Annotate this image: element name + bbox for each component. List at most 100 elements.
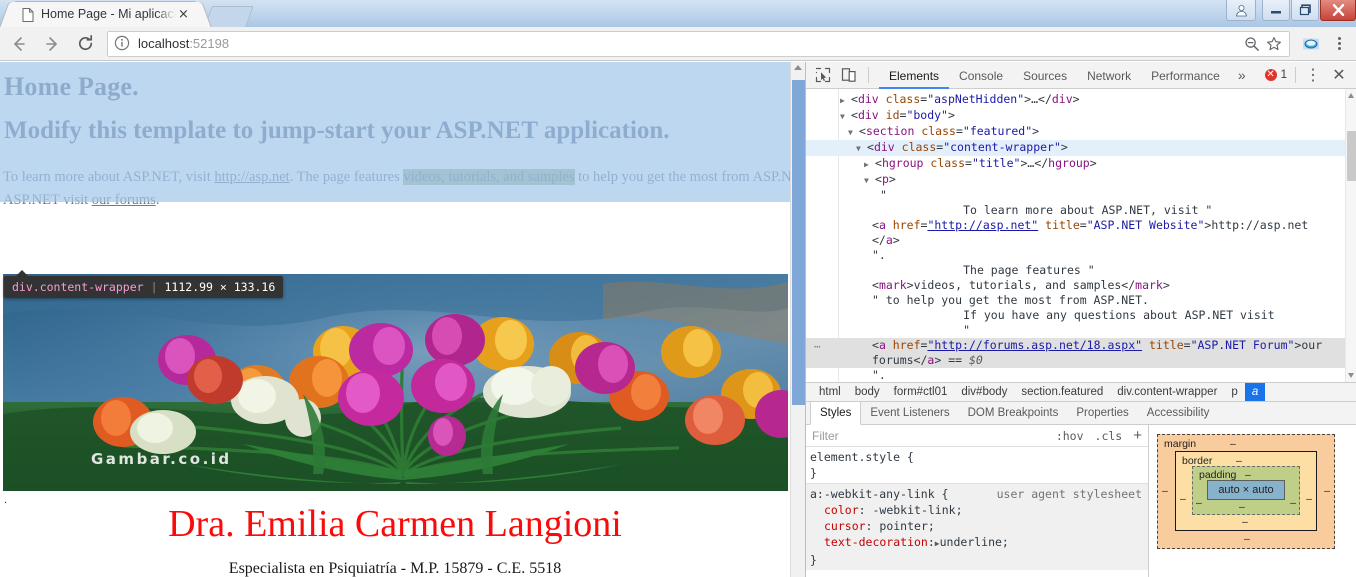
- dom-row-menu-icon[interactable]: ⋯: [814, 339, 822, 354]
- breadcrumb-item[interactable]: div#body: [954, 383, 1014, 401]
- padding-bottom-value[interactable]: –: [1239, 501, 1245, 513]
- tab-performance[interactable]: Performance: [1141, 63, 1230, 89]
- dom-token: <: [851, 92, 858, 106]
- dom-node-row[interactable]: " to help you get the most from ASP.NET.: [806, 293, 1345, 308]
- margin-right-value[interactable]: –: [1324, 485, 1330, 497]
- star-icon[interactable]: [1263, 34, 1285, 54]
- margin-bottom-value[interactable]: –: [1244, 533, 1250, 545]
- css-declaration-text-decoration[interactable]: text-decoration:▶underline;: [810, 534, 1148, 552]
- chrome-menu-button[interactable]: [1326, 31, 1352, 57]
- css-rule-element-style[interactable]: element.style { }: [806, 447, 1148, 483]
- cls-toggle[interactable]: .cls: [1095, 429, 1123, 443]
- tab-sources[interactable]: Sources: [1013, 63, 1077, 89]
- devtools-close-icon[interactable]: ✕: [1326, 63, 1352, 87]
- dom-node-row[interactable]: </a>: [806, 233, 1345, 248]
- more-tabs-icon[interactable]: »: [1230, 62, 1254, 89]
- devtools-menu-icon[interactable]: ⋮: [1300, 63, 1326, 87]
- dom-node-row[interactable]: <div class="content-wrapper">: [806, 140, 1345, 156]
- breadcrumb-item[interactable]: p: [1224, 383, 1244, 401]
- sidebar-tab-accessibility[interactable]: Accessibility: [1138, 402, 1219, 424]
- padding-right-value[interactable]: –: [1290, 497, 1296, 509]
- dom-node-row[interactable]: The page features ": [806, 263, 1345, 278]
- close-button[interactable]: [1320, 0, 1356, 21]
- dom-scroll-thumb[interactable]: [1347, 131, 1356, 181]
- maximize-button[interactable]: [1291, 0, 1319, 21]
- tab-console[interactable]: Console: [949, 63, 1013, 89]
- dom-node-row[interactable]: <div class="aspNetHidden">…</div>: [806, 92, 1345, 108]
- border-left-value[interactable]: –: [1180, 493, 1186, 505]
- filter-input[interactable]: Filter: [812, 429, 1045, 443]
- breadcrumb-item[interactable]: html: [812, 383, 848, 401]
- dom-scroll-down-arrow-icon[interactable]: [1348, 373, 1354, 378]
- minimize-button[interactable]: [1262, 0, 1290, 21]
- border-bottom-value[interactable]: –: [1242, 516, 1248, 528]
- css-declaration-cursor[interactable]: cursor: pointer;: [810, 518, 1148, 534]
- collapse-node-icon[interactable]: [848, 124, 857, 140]
- breadcrumb-item[interactable]: form#ctl01: [887, 383, 955, 401]
- dom-tree-scrollbar[interactable]: [1345, 89, 1356, 382]
- css-declaration-color[interactable]: color: -webkit-link;: [810, 502, 1148, 518]
- dom-tree[interactable]: <div class="aspNetHidden">…</div><div id…: [806, 89, 1356, 382]
- page-scrollbar-thumb[interactable]: [792, 80, 805, 405]
- breadcrumb-item[interactable]: body: [848, 383, 887, 401]
- breadcrumb-item[interactable]: a: [1244, 383, 1266, 401]
- user-avatar-icon[interactable]: [1226, 0, 1256, 21]
- padding-top-value[interactable]: –: [1245, 469, 1251, 481]
- box-model-border[interactable]: border – – – – padding – – – – auto × au…: [1175, 451, 1317, 531]
- border-right-value[interactable]: –: [1306, 493, 1312, 505]
- device-toolbar-icon[interactable]: [836, 63, 862, 87]
- sidebar-tab-event-listeners[interactable]: Event Listeners: [861, 402, 958, 424]
- sidebar-tab-properties[interactable]: Properties: [1067, 402, 1137, 424]
- expand-node-icon[interactable]: [864, 156, 873, 172]
- error-count-badge[interactable]: ✕ 1: [1264, 69, 1287, 81]
- css-rule-any-link[interactable]: a:-webkit-any-link { user agent styleshe…: [806, 483, 1148, 570]
- zoom-out-icon[interactable]: [1241, 34, 1263, 54]
- box-model-margin[interactable]: margin – – – – border – – – – padding – …: [1157, 434, 1335, 549]
- forward-button[interactable]: [38, 30, 66, 58]
- margin-left-value[interactable]: –: [1162, 485, 1168, 497]
- dom-node-row[interactable]: ": [806, 188, 1345, 203]
- breadcrumb-item[interactable]: div.content-wrapper: [1110, 383, 1224, 401]
- collapse-node-icon[interactable]: [840, 108, 849, 124]
- dom-node-row[interactable]: To learn more about ASP.NET, visit ": [806, 203, 1345, 218]
- new-style-rule-button[interactable]: +: [1133, 428, 1142, 443]
- dom-node-row[interactable]: <p>: [806, 172, 1345, 188]
- box-model-padding[interactable]: padding – – – – auto × auto: [1192, 466, 1300, 515]
- scroll-up-arrow-icon[interactable]: [794, 65, 802, 70]
- tab-close-icon[interactable]: ×: [176, 7, 191, 22]
- dom-node-row[interactable]: If you have any questions about ASP.NET …: [806, 308, 1345, 323]
- hov-toggle[interactable]: :hov: [1056, 429, 1084, 443]
- collapse-node-icon[interactable]: [864, 172, 873, 188]
- padding-left-value[interactable]: –: [1196, 497, 1202, 509]
- dom-node-row[interactable]: forums</a> == $0: [806, 353, 1345, 368]
- back-button[interactable]: [5, 30, 33, 58]
- new-tab-button[interactable]: [204, 6, 254, 27]
- dom-node-row[interactable]: <div id="body">: [806, 108, 1345, 124]
- reload-button[interactable]: [71, 30, 99, 58]
- sidebar-tab-styles[interactable]: Styles: [810, 402, 862, 425]
- dom-node-row[interactable]: <section class="featured">: [806, 124, 1345, 140]
- expand-node-icon[interactable]: [840, 92, 849, 108]
- dom-node-row[interactable]: <hgroup class="title">…</hgroup>: [806, 156, 1345, 172]
- dom-scroll-up-arrow-icon[interactable]: [1348, 93, 1354, 98]
- info-circle-icon[interactable]: [114, 35, 131, 52]
- dom-node-row[interactable]: ".: [806, 248, 1345, 263]
- box-model-content[interactable]: auto × auto: [1207, 480, 1285, 500]
- address-bar[interactable]: localhost:52198: [107, 30, 1290, 57]
- page-scrollbar[interactable]: [790, 62, 805, 577]
- dom-node-row[interactable]: <a href="http://asp.net" title="ASP.NET …: [806, 218, 1345, 233]
- sidebar-tab-dom-breakpoints[interactable]: DOM Breakpoints: [959, 402, 1068, 424]
- inspect-element-icon[interactable]: [810, 63, 836, 87]
- browser-tab[interactable]: Home Page - Mi aplicaci ×: [14, 2, 197, 27]
- extension-icon[interactable]: [1298, 31, 1324, 57]
- collapse-node-icon[interactable]: [856, 140, 865, 156]
- tab-network[interactable]: Network: [1077, 63, 1141, 89]
- url-port: :52198: [189, 35, 230, 51]
- tab-elements[interactable]: Elements: [879, 63, 950, 89]
- dom-node-row[interactable]: ".: [806, 368, 1345, 382]
- dom-node-row[interactable]: ⋯ <a href = "http://forums.asp.net/18.aspx"…: [806, 338, 1345, 353]
- margin-top-value[interactable]: –: [1230, 438, 1236, 450]
- breadcrumb-item[interactable]: section.featured: [1014, 383, 1110, 401]
- dom-node-row[interactable]: <mark>videos, tutorials, and samples</ma…: [806, 278, 1345, 293]
- dom-node-row[interactable]: ": [806, 323, 1345, 338]
